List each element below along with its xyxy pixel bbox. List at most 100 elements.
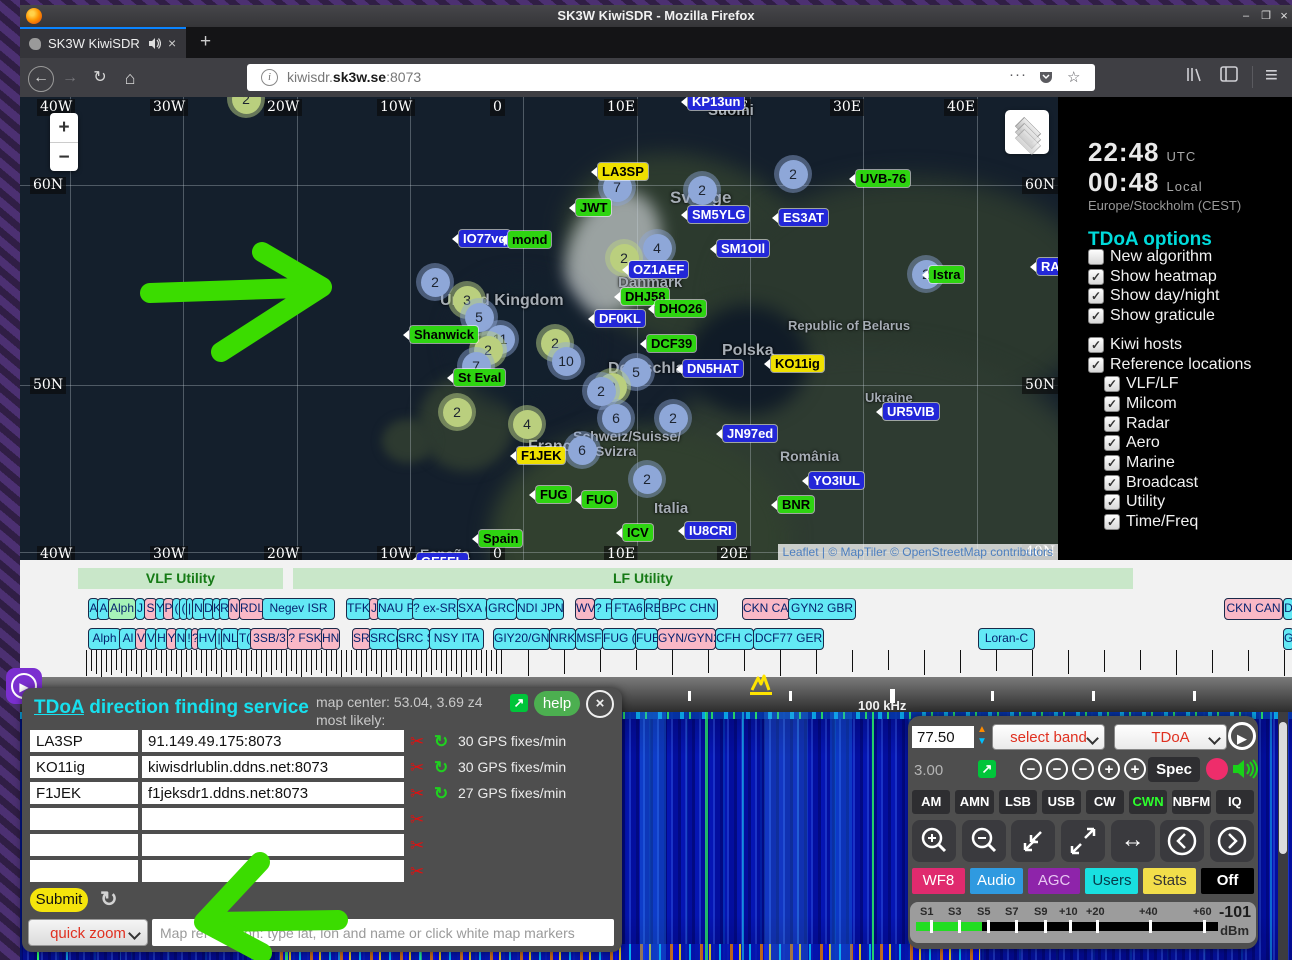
map-marker-uvb-76[interactable]: UVB-76: [856, 170, 910, 187]
select-band-dropdown[interactable]: select band: [992, 724, 1105, 750]
band-label[interactable]: RDL: [239, 598, 264, 620]
button-users[interactable]: Users: [1085, 868, 1138, 894]
band-label[interactable]: GYN2 GBR: [788, 598, 856, 620]
map-ref-input[interactable]: [152, 919, 614, 946]
checkbox-icon[interactable]: ✓: [1104, 455, 1120, 471]
back-button[interactable]: ←: [28, 66, 54, 92]
page-actions-icon[interactable]: ···: [1009, 66, 1027, 83]
map[interactable]: 40W40W30W30W20W20W10W10W0010E10E20E20E30…: [20, 97, 1058, 560]
forward-button[interactable]: →: [58, 66, 82, 90]
map-marker-spain[interactable]: Spain: [479, 530, 522, 547]
cluster-marker[interactable]: 2: [438, 393, 476, 431]
cluster-marker[interactable]: 2: [683, 171, 721, 209]
refresh-host-icon[interactable]: ↻: [434, 758, 448, 778]
cluster-marker[interactable]: 2: [628, 460, 666, 498]
host-id-input[interactable]: [30, 782, 138, 804]
checkbox-icon[interactable]: ✓: [1104, 435, 1120, 451]
checkbox-icon[interactable]: ✓: [1104, 396, 1120, 412]
host-id-input[interactable]: [30, 834, 138, 856]
host-address-input[interactable]: [142, 808, 404, 830]
band-label[interactable]: Alph: [88, 628, 121, 650]
tab-sk3w-kiwisdr[interactable]: SK3W KiwiSDR ×: [20, 27, 186, 60]
band-label[interactable]: NAU P: [377, 598, 414, 620]
mode-button-amn[interactable]: AMN: [955, 790, 993, 814]
map-marker-iu8cri[interactable]: IU8CRI: [685, 522, 736, 539]
window-titlebar[interactable]: SK3W KiwiSDR - Mozilla Firefox – ❐ ×: [20, 5, 1292, 27]
mode-button-usb[interactable]: USB: [1042, 790, 1080, 814]
map-marker-dcf39[interactable]: DCF39: [647, 335, 696, 352]
map-marker-yo3iul[interactable]: YO3IUL: [809, 472, 864, 489]
checkbox-icon[interactable]: ✓: [1088, 337, 1104, 353]
mode-button-cwn[interactable]: CWN: [1129, 790, 1167, 814]
scrollbar-thumb[interactable]: [1279, 722, 1287, 854]
pocket-icon[interactable]: [1039, 70, 1053, 84]
map-marker-f1jek[interactable]: F1JEK: [517, 447, 565, 464]
passband-widen-icon[interactable]: +: [1098, 758, 1120, 780]
map-marker-shanwick[interactable]: Shanwick: [410, 326, 478, 343]
remove-host-icon[interactable]: ✂: [410, 732, 424, 752]
host-id-input[interactable]: [30, 756, 138, 778]
passband-widen-icon[interactable]: +: [1124, 758, 1146, 780]
band-label[interactable]: ? FSK: [287, 628, 323, 650]
map-zoom-out[interactable]: −: [50, 143, 78, 172]
button-agc[interactable]: AGC: [1028, 868, 1081, 894]
host-address-input[interactable]: [142, 730, 404, 752]
band-label[interactable]: CFH C.: [715, 628, 754, 650]
band-label[interactable]: TFK: [346, 598, 371, 620]
checkbox-icon[interactable]: ✓: [1104, 494, 1120, 510]
url-bar[interactable]: i kiwisdr.sk3w.se:8073 ··· ☆: [247, 64, 1095, 91]
mode-button-cw[interactable]: CW: [1086, 790, 1124, 814]
band-label[interactable]: GRC: [486, 598, 517, 620]
map-marker-la3sp[interactable]: LA3SP: [598, 163, 648, 180]
host-id-input[interactable]: [30, 730, 138, 752]
tab-close-icon[interactable]: ×: [168, 35, 176, 51]
band-label[interactable]: SRC(: [369, 628, 399, 650]
remove-host-icon[interactable]: ✂: [410, 862, 424, 882]
band-label[interactable]: NSY ITA: [429, 628, 484, 650]
map-marker-bnr[interactable]: BNR: [778, 496, 814, 513]
map-marker-dn5hat[interactable]: DN5HAT: [683, 360, 743, 377]
cluster-marker[interactable]: 2: [774, 155, 812, 193]
map-marker-oz1aef[interactable]: OZ1AEF: [629, 261, 688, 278]
mode-button-lsb[interactable]: LSB: [999, 790, 1037, 814]
minimize-button[interactable]: –: [1238, 9, 1254, 24]
remove-host-icon[interactable]: ✂: [410, 784, 424, 804]
checkbox-icon[interactable]: [1088, 249, 1104, 265]
host-address-input[interactable]: [142, 782, 404, 804]
cluster-marker[interactable]: 6: [563, 431, 601, 469]
band-label[interactable]: Loran-C: [978, 628, 1035, 650]
band-header-lf[interactable]: LF Utility: [293, 568, 1133, 589]
map-marker-ur5vib[interactable]: UR5VIB: [883, 403, 939, 420]
zoom-to-band-button[interactable]: [1011, 820, 1055, 862]
passband-marker-icon[interactable]: [748, 674, 774, 696]
reload-button[interactable]: ↻: [88, 66, 112, 90]
map-marker-sm1oil[interactable]: SM1OIl: [717, 240, 769, 257]
map-marker-jn97ed[interactable]: JN97ed: [723, 425, 777, 442]
map-marker-dho26[interactable]: DHO26: [655, 300, 706, 317]
map-zoom-control[interactable]: +−: [50, 113, 78, 171]
button-wf8[interactable]: WF8: [912, 868, 965, 894]
button-stats[interactable]: Stats: [1143, 868, 1196, 894]
frequency-down-icon[interactable]: ▼: [977, 737, 987, 747]
extension-dropdown[interactable]: TDoA: [1114, 724, 1227, 750]
zoom-in-button[interactable]: [912, 820, 956, 862]
host-address-input[interactable]: [142, 834, 404, 856]
map-marker-es3at[interactable]: ES3AT: [779, 209, 828, 226]
sidebar-toggle-icon[interactable]: [1220, 66, 1238, 82]
refresh-host-icon[interactable]: ↻: [434, 732, 448, 752]
map-marker-jwt[interactable]: JWT: [576, 199, 611, 216]
band-label[interactable]: FTA6: [611, 598, 646, 620]
host-address-input[interactable]: [142, 860, 404, 882]
band-label[interactable]: SXA (: [457, 598, 488, 620]
home-button[interactable]: ⌂: [118, 66, 142, 90]
band-label[interactable]: CKN CAN: [742, 598, 790, 620]
host-address-input[interactable]: [142, 756, 404, 778]
checkbox-icon[interactable]: ✓: [1104, 416, 1120, 432]
site-info-icon[interactable]: i: [261, 69, 278, 86]
band-label[interactable]: GYN/GYN2: [657, 628, 716, 650]
cluster-marker[interactable]: 10: [547, 342, 585, 380]
remove-host-icon[interactable]: ✂: [410, 758, 424, 778]
menu-icon[interactable]: ≡: [1265, 62, 1278, 88]
passband-narrow-icon[interactable]: −: [1072, 758, 1094, 780]
band-label[interactable]: CKN CAN: [1224, 598, 1283, 620]
